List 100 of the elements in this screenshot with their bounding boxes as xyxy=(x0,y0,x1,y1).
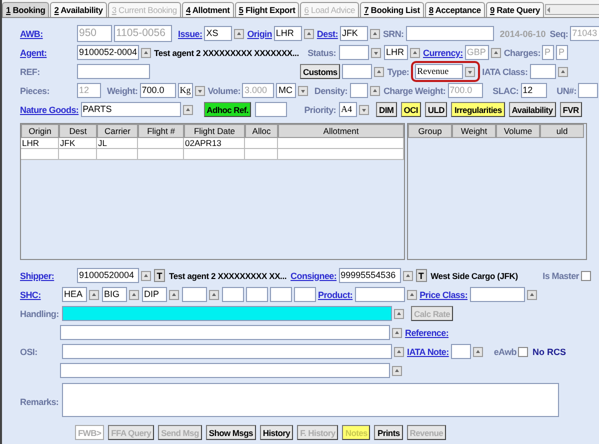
up-arrow-button[interactable] xyxy=(406,290,417,300)
field-link[interactable]: Dest: xyxy=(316,28,338,38)
up-arrow-button[interactable] xyxy=(169,290,179,300)
input-field[interactable] xyxy=(294,287,316,302)
checkbox[interactable] xyxy=(518,346,528,356)
adhoc-ref-button[interactable]: Adhoc Ref. xyxy=(204,102,252,117)
up-arrow-button[interactable] xyxy=(209,290,219,300)
input-field[interactable] xyxy=(578,83,598,98)
tab[interactable]: 2 Availability xyxy=(50,2,107,17)
input-field[interactable]: 9100052-0004 xyxy=(77,45,139,60)
input-field[interactable]: JFK xyxy=(340,26,368,41)
input-field[interactable] xyxy=(270,287,292,302)
input-field[interactable] xyxy=(450,344,471,359)
type-button[interactable]: T xyxy=(154,269,165,282)
action-button[interactable]: OCI xyxy=(400,102,421,117)
tab[interactable]: 5 Flight Export xyxy=(234,2,300,17)
field-link[interactable]: Origin xyxy=(247,28,272,38)
field-link[interactable]: Consignee: xyxy=(290,270,337,280)
column-header[interactable]: Allotment xyxy=(278,124,404,138)
tab[interactable]: 1 Booking xyxy=(2,2,50,17)
input-field[interactable] xyxy=(339,45,369,60)
input-field[interactable] xyxy=(246,287,268,302)
column-header[interactable]: Weight xyxy=(452,124,496,138)
field-link[interactable]: Product: xyxy=(318,290,353,300)
input-field[interactable]: 12 xyxy=(520,83,547,98)
checkbox[interactable] xyxy=(581,270,591,280)
input-field[interactable] xyxy=(60,363,390,378)
up-arrow-button[interactable] xyxy=(402,270,413,280)
action-button[interactable]: Prints xyxy=(374,425,403,440)
input-field[interactable]: HEA xyxy=(62,287,87,302)
tab[interactable]: 4 Allotment xyxy=(182,2,234,17)
action-button[interactable]: History xyxy=(260,425,294,440)
input-field[interactable] xyxy=(77,64,150,79)
field-link[interactable]: Shipper: xyxy=(20,270,75,280)
up-arrow-button[interactable] xyxy=(558,66,568,76)
input-field[interactable]: XS xyxy=(204,26,232,41)
dropdown-button[interactable] xyxy=(194,86,205,96)
up-arrow-button[interactable] xyxy=(410,48,420,58)
input-field[interactable] xyxy=(354,287,405,302)
dropdown-button[interactable] xyxy=(298,86,308,96)
field-link[interactable]: Agent: xyxy=(20,48,75,58)
action-button[interactable]: DIM xyxy=(376,102,397,117)
up-arrow-button[interactable] xyxy=(472,346,483,356)
up-arrow-button[interactable] xyxy=(490,48,501,58)
input-field[interactable] xyxy=(62,306,392,321)
dropdown-button[interactable] xyxy=(465,66,476,76)
field-link[interactable]: Issue: xyxy=(178,28,202,38)
tab[interactable]: 9 Rate Query xyxy=(486,2,544,17)
column-header[interactable]: Flight Date xyxy=(184,124,245,138)
field-link[interactable]: Price Class: xyxy=(420,290,468,300)
input-field[interactable] xyxy=(60,325,390,340)
tab[interactable]: 7 Booking List xyxy=(360,2,424,17)
input-field[interactable]: 700.0 xyxy=(140,83,176,98)
tab[interactable]: 8 Acceptance xyxy=(424,2,485,17)
dropdown-button[interactable] xyxy=(359,104,369,114)
up-arrow-button[interactable] xyxy=(370,86,380,96)
input-field[interactable] xyxy=(62,344,392,359)
field-link[interactable]: IATA Note: xyxy=(407,346,449,356)
column-header[interactable]: Carrier xyxy=(97,124,138,138)
input-field[interactable]: DIP xyxy=(142,287,167,302)
input-field[interactable] xyxy=(342,64,372,79)
column-header[interactable]: Dest xyxy=(59,124,97,138)
column-header[interactable]: Alloc xyxy=(245,124,278,138)
input-field[interactable]: LHR xyxy=(274,26,302,41)
input-field[interactable] xyxy=(470,287,525,302)
column-header[interactable]: uld xyxy=(540,124,584,138)
field-link[interactable]: Reference: xyxy=(405,328,449,338)
input-field[interactable]: 99995554536 xyxy=(338,268,401,283)
input-field[interactable] xyxy=(406,26,494,41)
input-field[interactable] xyxy=(530,64,556,79)
input-field[interactable] xyxy=(350,83,368,98)
action-button[interactable]: Availability xyxy=(508,102,556,117)
column-header[interactable]: Origin xyxy=(21,124,59,138)
up-arrow-button[interactable] xyxy=(234,28,244,38)
up-arrow-button[interactable] xyxy=(370,28,380,38)
up-arrow-button[interactable] xyxy=(141,48,151,58)
column-header[interactable]: Volume xyxy=(496,124,540,138)
input-field[interactable]: A4 xyxy=(339,102,357,117)
input-field[interactable] xyxy=(182,287,207,302)
input-field[interactable]: Kg xyxy=(178,83,193,98)
up-arrow-button[interactable] xyxy=(374,66,384,76)
action-button[interactable]: Irregularities xyxy=(451,102,505,117)
remarks-field[interactable] xyxy=(62,383,559,417)
dropdown-button[interactable] xyxy=(371,48,381,58)
up-arrow-button[interactable] xyxy=(526,290,537,300)
up-arrow-button[interactable] xyxy=(89,290,99,300)
action-button[interactable]: Show Msgs xyxy=(206,425,256,440)
input-field[interactable]: LHR xyxy=(384,45,408,60)
input-field[interactable]: Revenue xyxy=(415,64,464,79)
type-button[interactable]: T xyxy=(416,269,427,282)
input-field[interactable]: 91000520004 xyxy=(77,268,139,283)
up-arrow-button[interactable] xyxy=(304,28,314,38)
field-link[interactable]: Nature Goods: xyxy=(20,104,79,114)
input-field[interactable] xyxy=(255,102,288,117)
action-button[interactable]: ULD xyxy=(424,102,448,117)
column-header[interactable]: Group xyxy=(408,124,452,138)
up-arrow-button[interactable] xyxy=(182,104,193,114)
input-field[interactable] xyxy=(222,287,244,302)
action-button[interactable]: FVR xyxy=(560,102,582,117)
input-field[interactable]: PARTS xyxy=(80,102,181,117)
